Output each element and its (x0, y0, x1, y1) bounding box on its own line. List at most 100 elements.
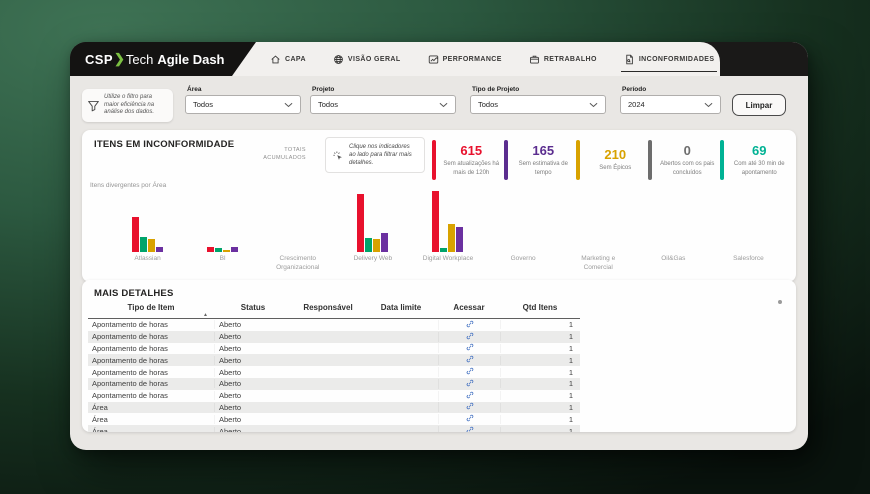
tab-visao-geral[interactable]: VISÃO GERAL (333, 42, 401, 76)
link-icon[interactable] (466, 320, 474, 328)
bar-chart: AtlassianBICrescimento OrganizacionalDel… (110, 190, 786, 276)
dropdown-value: Todos (193, 100, 213, 109)
kpi-content: 615Sem atualizações há mais de 120h (441, 143, 503, 176)
dropdown-area[interactable]: Todos (185, 95, 301, 114)
kpi-label: Sem estimativa de tempo (513, 160, 575, 176)
tab-inconformidades[interactable]: INCONFORMIDADES (624, 42, 715, 76)
category-label: Atlassian (134, 255, 160, 264)
column-header-tipo-de-item[interactable]: Tipo de Item▲ (88, 301, 214, 318)
kpi-value: 0 (684, 143, 691, 158)
bar-cluster (132, 190, 163, 252)
cell-acessar (438, 320, 500, 330)
chart-group-salesforce: Salesforce (711, 190, 786, 276)
chevron-down-icon (439, 102, 448, 108)
column-header-acessar[interactable]: Acessar (438, 301, 500, 318)
globe-icon (333, 54, 344, 65)
bar-sem-atualizacoes-ha-mais-de-120h[interactable] (207, 247, 214, 252)
tab-label: VISÃO GERAL (348, 56, 401, 63)
category-label: BI (220, 255, 226, 264)
category-label: Marketing e Comercial (567, 255, 629, 273)
filter-label: Período (622, 86, 721, 93)
column-header-data-limite[interactable]: Data limite (364, 301, 438, 318)
cell-qtd: 1 (500, 415, 580, 424)
link-icon[interactable] (466, 414, 474, 422)
clear-filters-button[interactable]: Limpar (732, 94, 786, 116)
cell-status: Aberto (214, 403, 292, 412)
tab-label: PERFORMANCE (443, 56, 502, 63)
dashboard-window: CAPA VISÃO GERAL PERFORMANCE RETRABALHO INCO… (70, 42, 808, 450)
filter-hint-text: Utilize o filtro para maior eficiência n… (104, 94, 168, 117)
link-icon[interactable] (466, 343, 474, 351)
column-header-status[interactable]: Status (214, 301, 292, 318)
bar-sem-estimativa-de-tempo[interactable] (156, 247, 163, 252)
kpi-content: 165Sem estimativa de tempo (513, 143, 575, 176)
chart-group-delivery-web: Delivery Web (335, 190, 410, 276)
kpi-label: Sem Épicos (599, 164, 631, 172)
kpi-abertos-com-os-pais-concluidos[interactable]: 0Abertos com os pais concluídos (646, 135, 718, 185)
kpi-sem-estimativa-de-tempo[interactable]: 165Sem estimativa de tempo (502, 135, 574, 185)
filter-label: Tipo de Projeto (472, 86, 606, 93)
dropdown-value: 2024 (628, 100, 645, 109)
bar-sem-estimativa-de-tempo[interactable] (231, 247, 238, 252)
bar-sem-epicos[interactable] (448, 224, 455, 252)
table-row: Apontamento de horasAberto1 (88, 366, 580, 378)
kpi-content: 0Abertos com os pais concluídos (657, 143, 719, 176)
link-icon[interactable] (466, 402, 474, 410)
column-header-qtd-itens[interactable]: Qtd Itens (500, 301, 580, 318)
cell-qtd: 1 (500, 320, 580, 329)
bar-sem-epicos[interactable] (148, 239, 155, 252)
bar-com-ate-30-min-de-apontamento[interactable] (365, 238, 372, 252)
bar-sem-epicos[interactable] (373, 239, 380, 252)
bar-sem-atualizacoes-ha-mais-de-120h[interactable] (432, 191, 439, 252)
cell-tipo: Apontamento de horas (88, 320, 214, 329)
bar-sem-estimativa-de-tempo[interactable] (381, 233, 388, 252)
kpi-content: 69Com até 30 min de apontamento (729, 143, 791, 176)
cell-tipo: Área (88, 415, 214, 424)
scrollbar-indicator[interactable] (778, 300, 782, 304)
bar-com-ate-30-min-de-apontamento[interactable] (215, 248, 222, 252)
tab-performance[interactable]: PERFORMANCE (428, 42, 502, 76)
bar-com-ate-30-min-de-apontamento[interactable] (140, 237, 147, 253)
cell-acessar (438, 343, 500, 353)
bar-com-ate-30-min-de-apontamento[interactable] (440, 248, 447, 252)
table-row: Apontamento de horasAberto1 (88, 378, 580, 390)
link-icon[interactable] (466, 391, 474, 399)
cell-status: Aberto (214, 391, 292, 400)
link-icon[interactable] (466, 379, 474, 387)
kpi-sem-atualizacoes-ha-mais-de-120h[interactable]: 615Sem atualizações há mais de 120h (430, 135, 502, 185)
dropdown-projeto[interactable]: Todos (310, 95, 456, 114)
chart-group-oil-gas: Oil&Gas (636, 190, 711, 276)
link-icon[interactable] (466, 367, 474, 375)
column-header-responsavel[interactable]: Responsável (292, 301, 364, 318)
link-icon[interactable] (466, 355, 474, 363)
kpi-accent-bar (648, 140, 652, 180)
link-icon[interactable] (466, 332, 474, 340)
briefcase-icon (529, 54, 540, 65)
category-label: Governo (511, 255, 536, 264)
cell-qtd: 1 (500, 332, 580, 341)
cell-acessar (438, 426, 500, 432)
document-icon (624, 54, 635, 65)
tab-retrabalho[interactable]: RETRABALHO (529, 42, 597, 76)
category-label: Digital Workplace (423, 255, 473, 264)
filter-field-periodo: Período 2024 (620, 86, 721, 114)
kpi-com-ate-30-min-de-apontamento[interactable]: 69Com até 30 min de apontamento (718, 135, 790, 185)
table-header: Tipo de Item▲StatusResponsávelData limit… (88, 301, 580, 319)
dropdown-periodo[interactable]: 2024 (620, 95, 721, 114)
link-icon[interactable] (466, 426, 474, 432)
cell-qtd: 1 (500, 427, 580, 432)
dropdown-tipo-de-projeto[interactable]: Todos (470, 95, 606, 114)
cell-status: Aberto (214, 356, 292, 365)
tab-capa[interactable]: CAPA (270, 42, 306, 76)
cell-acessar (438, 355, 500, 365)
bar-sem-atualizacoes-ha-mais-de-120h[interactable] (357, 194, 364, 252)
bar-sem-epicos[interactable] (223, 250, 230, 252)
bar-sem-atualizacoes-ha-mais-de-120h[interactable] (132, 217, 139, 252)
kpi-accent-bar (720, 140, 724, 180)
bar-sem-estimativa-de-tempo[interactable] (456, 227, 463, 252)
chevron-down-icon (704, 102, 713, 108)
table-row: Apontamento de horasAberto1 (88, 390, 580, 402)
kpi-sem-epicos[interactable]: 210Sem Épicos (574, 135, 646, 185)
click-hint-box: Clique nos indicadores ao lado para filt… (325, 137, 425, 173)
filter-label: Projeto (312, 86, 456, 93)
